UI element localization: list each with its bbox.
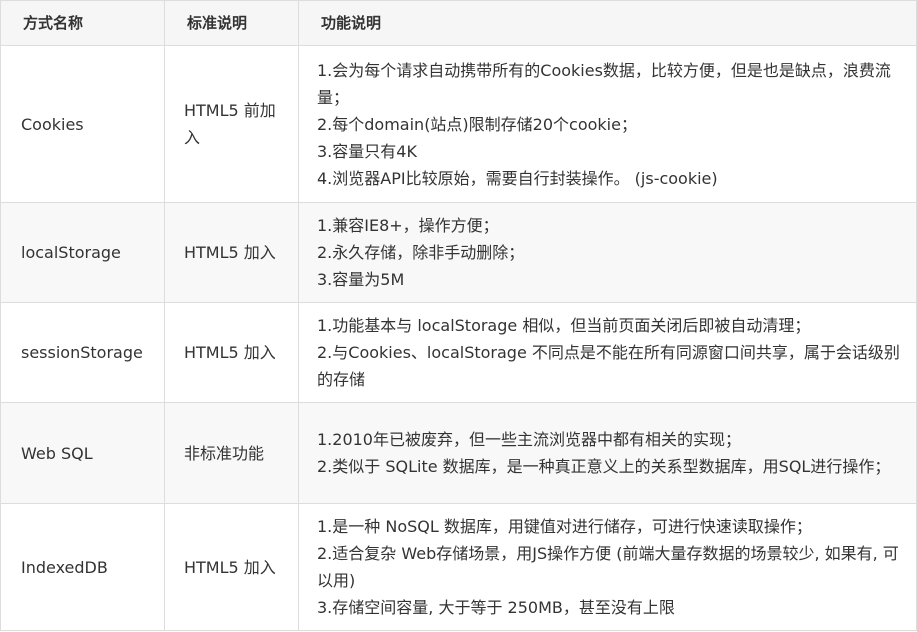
cell-features: 1.是一种 NoSQL 数据库，用键值对进行储存，可进行快速读取操作； 2.适合… (298, 503, 917, 631)
feature-line: 3.存储空间容量, 大于等于 250MB，甚至没有上限 (317, 598, 675, 617)
cell-features: 1.功能基本与 localStorage 相似，但当前页面关闭后即被自动清理； … (298, 302, 917, 403)
table-row: localStorage HTML5 加入 1.兼容IE8+，操作方便； 2.永… (0, 202, 917, 303)
cell-standard: HTML5 前加入 (164, 45, 299, 203)
cell-features: 1.兼容IE8+，操作方便； 2.永久存储，除非手动删除； 3.容量为5M (298, 202, 917, 303)
table-row: Cookies HTML5 前加入 1.会为每个请求自动携带所有的Cookies… (0, 45, 917, 203)
feature-line: 1.兼容IE8+，操作方便； (317, 216, 499, 235)
feature-line: 2.与Cookies、localStorage 不同点是不能在所有同源窗口间共享… (317, 343, 900, 389)
cell-method-name: localStorage (0, 202, 165, 303)
feature-line: 4.浏览器API比较原始，需要自行封装操作。 (js-cookie) (317, 168, 718, 188)
feature-line: 2.每个domain(站点)限制存储20个cookie； (317, 114, 637, 134)
cell-standard: HTML5 加入 (164, 503, 299, 631)
cell-standard: HTML5 加入 (164, 302, 299, 403)
feature-line: 2.类似于 SQLite 数据库，是一种真正意义上的关系型数据库，用SQL进行操… (317, 457, 891, 476)
feature-line: 1.功能基本与 localStorage 相似，但当前页面关闭后即被自动清理； (317, 316, 811, 335)
feature-line: 1.2010年已被废弃，但一些主流浏览器中都有相关的实现； (317, 430, 741, 449)
feature-line: 2.永久存储，除非手动删除； (317, 243, 525, 262)
table-row: IndexedDB HTML5 加入 1.是一种 NoSQL 数据库，用键值对进… (0, 503, 917, 631)
feature-line: 3.容量为5M (317, 270, 405, 289)
header-method-name: 方式名称 (0, 0, 165, 46)
header-features: 功能说明 (298, 0, 917, 46)
cell-features: 1.会为每个请求自动携带所有的Cookies数据，比较方便，但是也是缺点，浪费流… (298, 45, 917, 203)
cell-method-name: sessionStorage (0, 302, 165, 403)
feature-line: 3.容量只有4K (317, 141, 417, 161)
feature-line: 1.是一种 NoSQL 数据库，用键值对进行储存，可进行快速读取操作； (317, 517, 812, 536)
cell-method-name: Cookies (0, 45, 165, 203)
feature-line: 1.会为每个请求自动携带所有的Cookies数据，比较方便，但是也是缺点，浪费流… (317, 60, 891, 107)
cell-method-name: IndexedDB (0, 503, 165, 631)
cell-features: 1.2010年已被废弃，但一些主流浏览器中都有相关的实现； 2.类似于 SQLi… (298, 402, 917, 504)
cell-standard: HTML5 加入 (164, 202, 299, 303)
header-standard: 标准说明 (164, 0, 299, 46)
feature-line: 2.适合复杂 Web存储场景，用JS操作方便 (前端大量存数据的场景较少, 如果… (317, 544, 899, 590)
table-row: Web SQL 非标准功能 1.2010年已被废弃，但一些主流浏览器中都有相关的… (0, 402, 917, 504)
storage-comparison-table: 方式名称 标准说明 功能说明 Cookies HTML5 前加入 1.会为每个请… (0, 0, 917, 631)
table-row: sessionStorage HTML5 加入 1.功能基本与 localSto… (0, 302, 917, 403)
table-header-row: 方式名称 标准说明 功能说明 (0, 0, 917, 46)
cell-standard: 非标准功能 (164, 402, 299, 504)
cell-method-name: Web SQL (0, 402, 165, 504)
